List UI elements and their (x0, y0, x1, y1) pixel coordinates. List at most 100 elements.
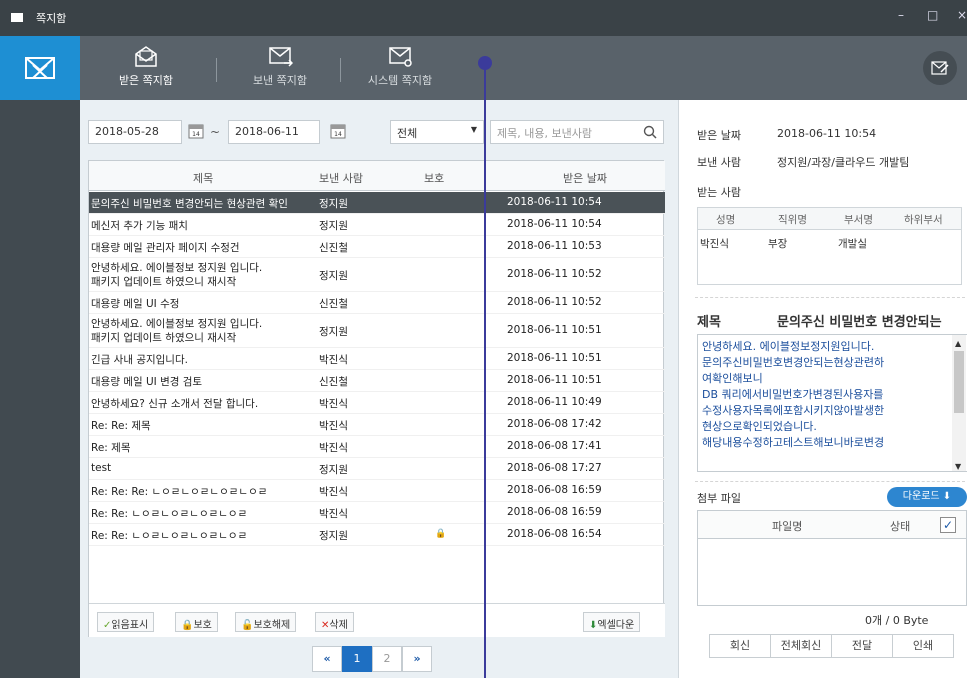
table-row[interactable]: Re: 제목 박진식 2018-06-08 17:41 (89, 436, 665, 458)
table-row[interactable]: 대용량 메일 UI 수정 신진철 2018-06-11 10:52 (89, 292, 665, 314)
first-page-button[interactable]: « (312, 646, 342, 672)
row-sender: 신진철 (319, 298, 348, 310)
unprotect-button[interactable]: 🔓보호해제 (235, 612, 297, 632)
tab-inbox-label: 받은 쪽지함 (118, 74, 174, 87)
row-title: Re: Re: 제목 (91, 420, 151, 432)
row-date: 2018-06-11 10:51 (507, 374, 602, 386)
category-select[interactable]: 전체 ▼ (390, 120, 484, 144)
last-page-button[interactable]: » (402, 646, 432, 672)
row-title: Re: Re: ㄴㅇㄹㄴㅇㄹㄴㅇㄹㄴㅇㄹ (91, 508, 248, 520)
message-body[interactable]: 안녕하세요. 에이블정보정지원입니다. 문의주신비밀번호변경안되는현상관련하 여… (697, 334, 967, 472)
page-1-button[interactable]: 1 (342, 646, 372, 672)
date-to-input[interactable]: 2018-06-11 (228, 120, 320, 144)
close-button[interactable]: × (957, 8, 967, 22)
body-line: 문의주신비밀번호변경안되는현상관련하 (702, 356, 885, 369)
attachment-label: 첨부 파일 (697, 492, 741, 505)
scroll-down-icon[interactable]: ▼ (955, 459, 961, 471)
table-row[interactable]: Re: Re: ㄴㅇㄹㄴㅇㄹㄴㅇㄹㄴㅇㄹ 박진식 2018-06-08 16:5… (89, 502, 665, 524)
tab-divider (216, 58, 217, 82)
select-all-checkbox[interactable]: ✓ (940, 517, 956, 533)
minimize-button[interactable]: – (898, 8, 904, 22)
inbox-icon (135, 46, 157, 67)
recipient-col-dept: 부서명 (844, 214, 873, 226)
search-input[interactable]: 제목, 내용, 보낸사람 (490, 120, 664, 144)
reply-all-button[interactable]: 전체회신 (770, 634, 832, 658)
mark-read-button[interactable]: ✓읽음표시 (97, 612, 155, 632)
row-sender: 정지원 (319, 326, 348, 338)
maximize-button[interactable]: □ (927, 8, 938, 22)
row-title: 대용량 메일 관리자 페이지 수정건 (91, 242, 240, 254)
excel-download-label: 엑셀다운 (597, 620, 635, 631)
svg-text:14: 14 (334, 131, 342, 138)
column-date[interactable]: 받은 날짜 (563, 170, 607, 186)
attachment-table-header: 파일명 상태 ✓ (698, 511, 966, 539)
delete-button[interactable]: ✕삭제 (315, 612, 354, 632)
row-date: 2018-06-11 10:51 (507, 324, 602, 336)
row-title: Re: Re: Re: ㄴㅇㄹㄴㅇㄹㄴㅇㄹㄴㅇㄹ (91, 486, 268, 498)
body-line: 수정사용자목록에포함시키지않아발생한 (702, 404, 885, 417)
row-title: 안녕하세요. 에이블정보 정지원 입니다. (91, 262, 263, 274)
received-date-value: 2018-06-11 10:54 (777, 127, 877, 140)
divider (695, 481, 965, 482)
list-action-bar: ✓읽음표시 🔒보호 🔓보호해제 ✕삭제 ⬇엑셀다운 (89, 603, 665, 637)
row-sender: 박진식 (319, 486, 348, 498)
column-protect[interactable]: 보호 (424, 170, 444, 186)
table-row[interactable]: 안녕하세요. 에이블정보 정지원 입니다. 패키지 업데이트 하였으니 재시작 … (89, 258, 665, 292)
row-date: 2018-06-11 10:51 (507, 352, 602, 364)
print-button[interactable]: 인쇄 (892, 634, 954, 658)
row-date: 2018-06-08 16:54 (507, 528, 602, 540)
table-row[interactable]: Re: Re: Re: ㄴㅇㄹㄴㅇㄹㄴㅇㄹㄴㅇㄹ 박진식 2018-06-08 … (89, 480, 665, 502)
row-date: 2018-06-08 16:59 (507, 484, 602, 496)
scroll-thumb[interactable] (954, 351, 964, 413)
envelope-icon (11, 13, 23, 22)
tab-sent[interactable]: 보낸 쪽지함 (225, 44, 335, 88)
date-range-separator: ~ (210, 125, 221, 139)
table-row[interactable]: 메신저 추가 기능 패치 정지원 2018-06-11 10:54 (89, 214, 665, 236)
row-title: 안녕하세요? 신규 소개서 전달 합니다. (91, 398, 259, 410)
recipient-dept: 개발실 (838, 238, 867, 250)
date-from-input[interactable]: 2018-05-28 (88, 120, 182, 144)
sender-label: 보낸 사람 (697, 156, 741, 169)
table-row[interactable]: test 정지원 2018-06-08 17:27 (89, 458, 665, 480)
excel-download-button[interactable]: ⬇엑셀다운 (583, 612, 641, 632)
row-date: 2018-06-08 16:59 (507, 506, 602, 518)
row-title: 메신저 추가 기능 패치 (91, 220, 188, 232)
table-row[interactable]: 대용량 메일 관리자 페이지 수정건 신진철 2018-06-11 10:53 (89, 236, 665, 258)
table-row[interactable]: 안녕하세요. 에이블정보 정지원 입니다. 패키지 업데이트 하였으니 재시작 … (89, 314, 665, 348)
table-row[interactable]: Re: Re: ㄴㅇㄹㄴㅇㄹㄴㅇㄹㄴㅇㄹ 정지원 🔒 2018-06-08 16… (89, 524, 665, 546)
table-row[interactable]: 긴급 사내 공지입니다. 박진식 2018-06-11 10:51 (89, 348, 665, 370)
protect-button[interactable]: 🔒보호 (175, 612, 218, 632)
calendar-icon[interactable]: 14 (330, 122, 346, 139)
scroll-up-icon[interactable]: ▲ (955, 336, 961, 352)
row-title: 대용량 메일 UI 변경 검토 (91, 376, 203, 388)
row-title: 안녕하세요. 에이블정보 정지원 입니다. (91, 318, 263, 330)
compose-button[interactable] (923, 51, 957, 85)
message-detail-panel: 받은 날짜 2018-06-11 10:54 보낸 사람 정지원/과장/클라우드… (678, 100, 967, 678)
table-row[interactable]: 대용량 메일 UI 변경 검토 신진철 2018-06-11 10:51 (89, 370, 665, 392)
body-scrollbar[interactable]: ▲ ▼ (952, 335, 966, 471)
reply-button[interactable]: 회신 (709, 634, 771, 658)
page-2-button[interactable]: 2 (372, 646, 402, 672)
column-title[interactable]: 제목 (193, 170, 213, 186)
body-line: 현상으로확인되었습니다. (702, 420, 817, 433)
recipient-name: 박진식 (700, 238, 729, 250)
tab-system[interactable]: 시스템 쪽지함 (345, 44, 455, 88)
search-icon[interactable] (643, 125, 657, 139)
subject-value: 문의주신 비밀번호 변경안되는 (777, 315, 942, 330)
row-title: Re: 제목 (91, 442, 131, 454)
tab-divider (340, 58, 341, 82)
column-sender[interactable]: 보낸 사람 (319, 170, 363, 186)
row-date: 2018-06-08 17:41 (507, 440, 602, 452)
app-logo-button[interactable] (0, 36, 80, 100)
calendar-icon[interactable]: 14 (188, 122, 204, 139)
left-sidebar (0, 36, 80, 678)
tab-inbox[interactable]: 받은 쪽지함 (91, 44, 201, 88)
table-row[interactable]: 문의주신 비밀번호 변경안되는 현상관련 확인 정지원 2018-06-11 1… (89, 192, 665, 214)
table-row[interactable]: Re: Re: 제목 박진식 2018-06-08 17:42 (89, 414, 665, 436)
recipient-label: 받는 사람 (697, 186, 741, 199)
table-row[interactable]: 안녕하세요? 신규 소개서 전달 합니다. 박진식 2018-06-11 10:… (89, 392, 665, 414)
forward-button[interactable]: 전달 (831, 634, 893, 658)
download-button[interactable]: 다운로드 ⬇ (887, 487, 967, 507)
message-table: 제목 보낸 사람 보호 받은 날짜 문의주신 비밀번호 변경안되는 현상관련 확… (88, 160, 665, 637)
guide-line (484, 62, 486, 678)
